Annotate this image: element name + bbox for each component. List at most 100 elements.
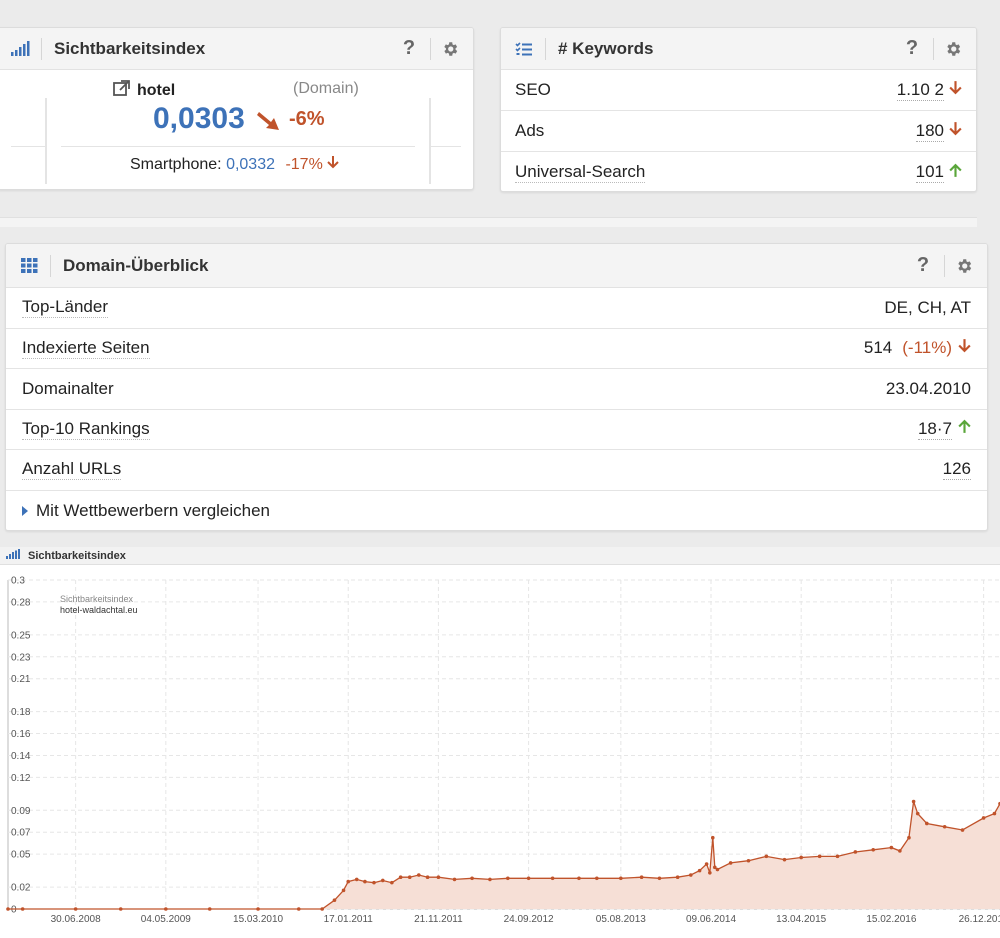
data-point — [452, 877, 457, 882]
overview-label[interactable]: Top-Länder — [22, 297, 109, 319]
visibility-chart-panel: Sichtbarkeitsindex 0.3 0.28 0.25 0.23 0.21 0.… — [0, 547, 1000, 938]
keywords-card-title: # Keywords — [558, 38, 654, 58]
visibility-change: -6% — [289, 108, 325, 130]
data-point — [853, 850, 858, 854]
data-point — [960, 828, 965, 832]
data-point — [341, 888, 346, 893]
data-point — [526, 876, 531, 881]
data-point — [506, 876, 510, 881]
domain-link[interactable]: hotel — [113, 80, 175, 101]
data-point — [332, 898, 337, 903]
divider — [429, 98, 431, 184]
overview-value[interactable]: 126 — [942, 459, 971, 481]
data-point — [416, 873, 421, 877]
help-button[interactable]: ? — [396, 37, 422, 60]
keyword-value-group: 101 — [915, 162, 962, 183]
help-button[interactable]: ? — [910, 254, 936, 277]
data-point — [925, 821, 929, 826]
y-tick-label: 0.12 — [11, 773, 31, 784]
data-point — [550, 876, 555, 881]
keyword-row-ads[interactable]: Ads 180 — [501, 111, 976, 152]
overview-label[interactable]: Domainalter — [22, 379, 114, 399]
data-point — [436, 875, 441, 879]
data-point — [425, 875, 430, 879]
help-button[interactable]: ? — [899, 37, 925, 60]
header-divider — [41, 37, 42, 60]
keyword-count[interactable]: 180 — [915, 121, 944, 142]
keyword-row-universal-search[interactable]: Universal-Search 101 — [501, 152, 976, 191]
signal-bars-icon — [9, 40, 31, 58]
arrow-up-icon — [958, 419, 971, 439]
domain-name: hotel — [137, 81, 176, 99]
data-point — [363, 879, 367, 884]
overview-row-url-count: Anzahl URLs 126 — [6, 450, 987, 491]
data-point — [915, 811, 920, 816]
keyword-count[interactable]: 1.10 2 — [896, 80, 944, 101]
overview-label[interactable]: Top-10 Rankings — [22, 419, 150, 440]
gear-icon[interactable] — [953, 255, 975, 277]
x-tick-label: 15.03.2010 — [233, 914, 283, 925]
y-tick-label: 0 — [11, 905, 17, 916]
overview-row-domain-age: Domainalter 23.04.2010 — [6, 369, 987, 410]
smartphone-label: Smartphone: — [130, 156, 222, 173]
data-point — [407, 875, 412, 879]
data-point — [689, 873, 693, 877]
overview-label[interactable]: Anzahl URLs — [22, 459, 122, 481]
compare-competitors-link[interactable]: Mit Wettbewerbern vergleichen — [6, 491, 987, 531]
chart-header: Sichtbarkeitsindex — [0, 547, 1000, 565]
data-point — [577, 876, 581, 881]
data-point — [992, 811, 997, 816]
data-point — [710, 835, 715, 840]
data-point — [835, 854, 840, 859]
x-tick-label: 21.11.2011 — [414, 914, 463, 925]
smartphone-change: -17% — [285, 156, 323, 173]
divider — [431, 146, 461, 147]
data-point — [398, 875, 403, 879]
domain-overview-header: Domain-Überblick ? — [6, 244, 987, 288]
gear-icon[interactable] — [439, 38, 461, 60]
header-divider — [545, 37, 546, 60]
data-point — [764, 854, 769, 859]
overview-value-group: 18·7 — [917, 419, 971, 440]
y-tick-label: 0.25 — [11, 630, 31, 641]
keyword-value-group: 180 — [915, 121, 962, 142]
header-divider — [50, 254, 51, 277]
x-tick-label: 05.08.2013 — [596, 914, 646, 925]
data-point — [889, 845, 894, 850]
header-divider — [944, 254, 945, 277]
data-point — [207, 907, 212, 911]
domain-overview-title: Domain-Überblick — [63, 255, 209, 275]
overview-label[interactable]: Indexierte Seiten — [22, 338, 150, 359]
keyword-row-seo[interactable]: SEO 1.10 2 — [501, 70, 976, 111]
header-divider — [430, 37, 431, 60]
data-point — [799, 855, 803, 860]
data-point — [746, 858, 751, 863]
chart-panel-title: Sichtbarkeitsindex — [28, 549, 126, 562]
divider — [61, 146, 415, 147]
legend-title: Sichtbarkeitsindex — [60, 594, 134, 604]
header-divider — [933, 37, 934, 60]
gear-icon[interactable] — [942, 38, 964, 60]
data-point — [73, 907, 78, 911]
data-point — [354, 877, 359, 882]
data-point — [346, 879, 351, 884]
divider — [45, 98, 47, 184]
checklist-icon — [513, 40, 535, 58]
x-tick-label: 09.06.2014 — [686, 914, 736, 925]
arrow-up-icon — [949, 163, 962, 183]
overview-row-top-countries: Top-Länder DE, CH, AT — [6, 288, 987, 329]
data-point — [728, 861, 733, 865]
visibility-chart[interactable]: 0.3 0.28 0.25 0.23 0.21 0.18 0.16 0.14 0.12 0.09 0… — [0, 567, 1000, 938]
x-tick-label: 15.02.2016 — [866, 914, 916, 925]
keyword-count[interactable]: 101 — [915, 162, 944, 183]
overview-value: 23.04.2010 — [885, 378, 971, 398]
y-tick-label: 0.23 — [11, 652, 31, 663]
data-point — [6, 907, 10, 911]
x-tick-label: 30.06.2008 — [51, 914, 101, 925]
data-point — [619, 876, 623, 881]
data-point — [320, 907, 324, 911]
overview-value[interactable]: 18·7 — [917, 419, 952, 440]
overview-value-group: 514 (-11%) — [864, 338, 971, 358]
data-point — [708, 871, 712, 875]
keyword-label: SEO — [515, 80, 551, 99]
